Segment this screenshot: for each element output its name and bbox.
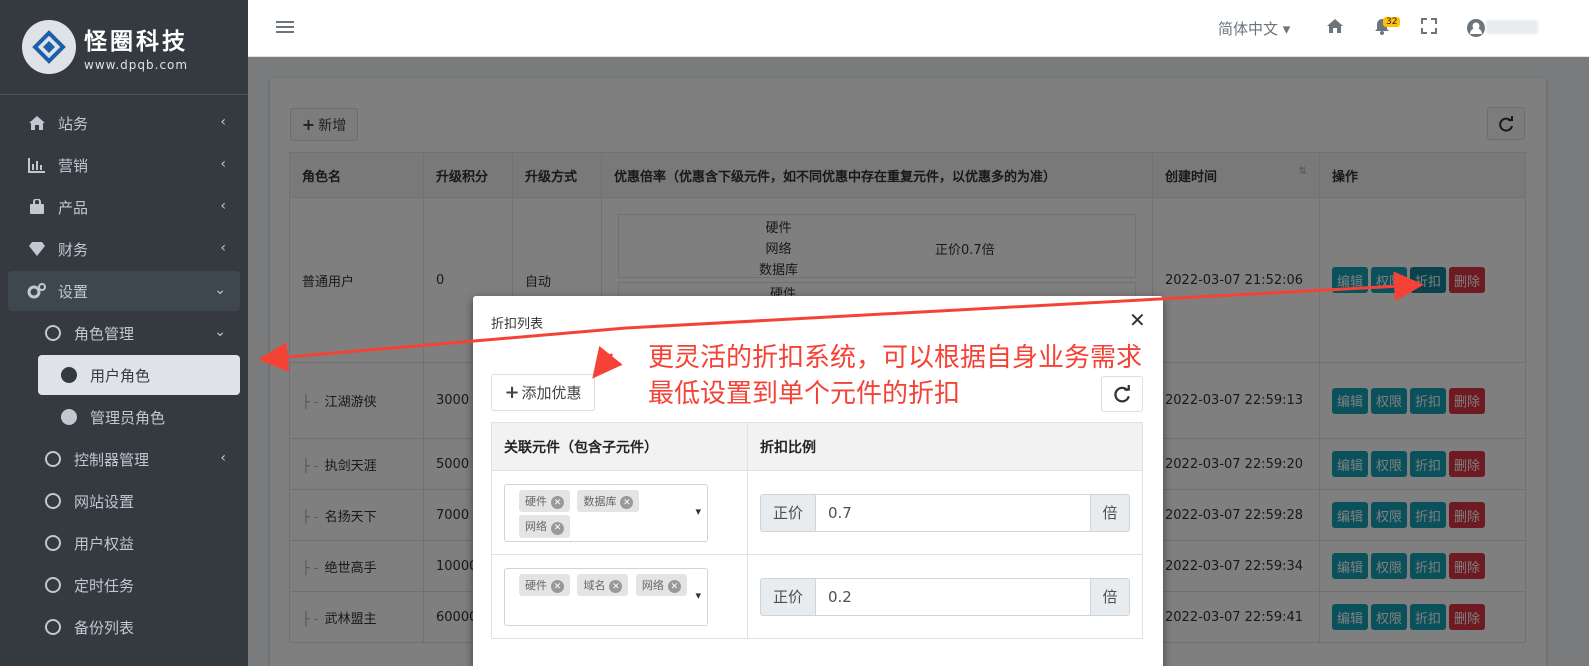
annotation-arrow bbox=[258, 326, 627, 372]
annotation-arrows bbox=[258, 271, 1424, 379]
annotation-arrow bbox=[592, 345, 623, 379]
annotation-arrow bbox=[625, 271, 1424, 330]
